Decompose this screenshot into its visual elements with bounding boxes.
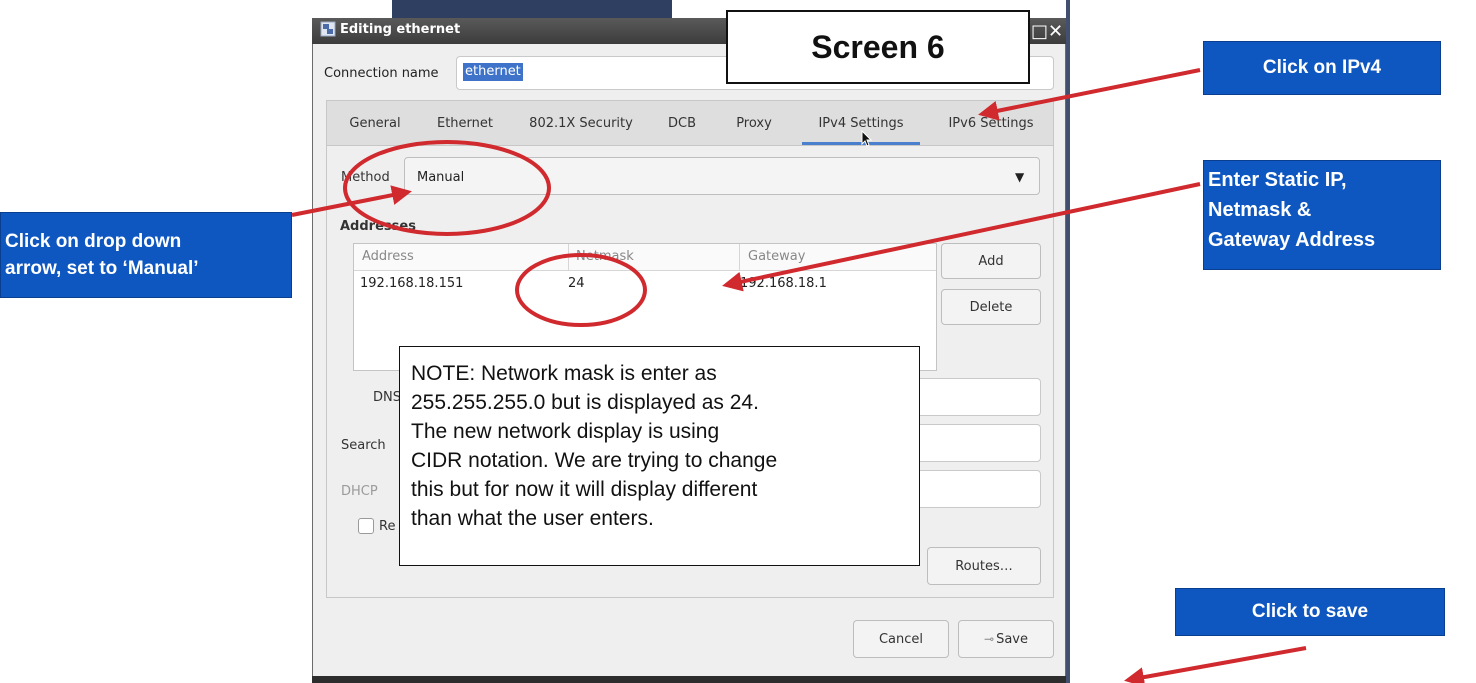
- arrow-to-save: [1124, 646, 1307, 683]
- arrow-to-ipv6-tab: [978, 68, 1201, 121]
- arrow-to-addresses: [722, 182, 1201, 292]
- arrow-to-method: [291, 185, 412, 217]
- red-ellipse-method: [343, 140, 551, 236]
- red-ellipse-netmask: [515, 253, 647, 327]
- annotation-overlay: [291, 68, 1307, 683]
